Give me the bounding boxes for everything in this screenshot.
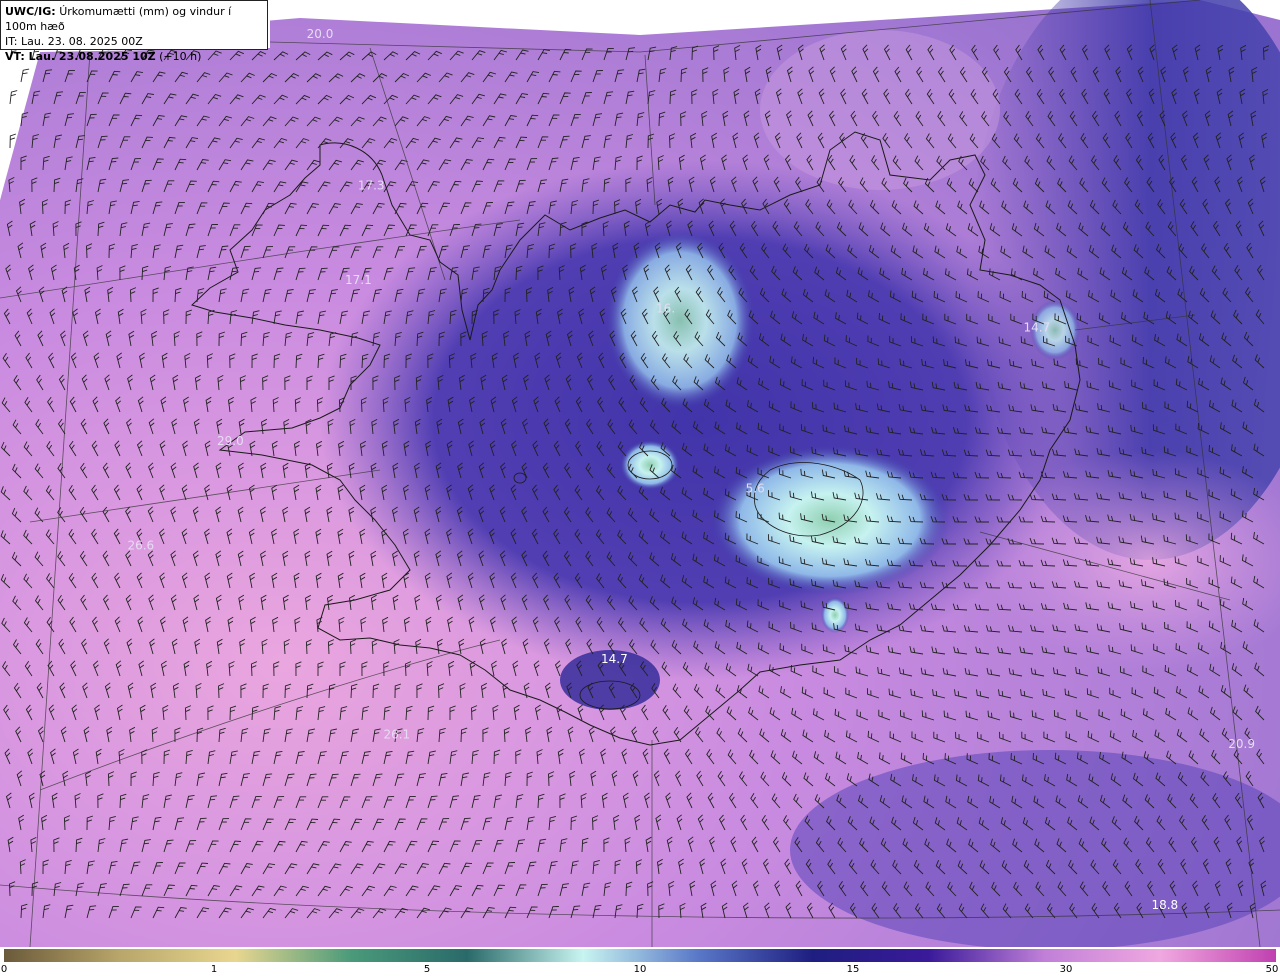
map-value-label: 17.3 — [358, 178, 385, 192]
model-name: UWC/IG: — [5, 5, 56, 18]
lead-time: (+10 h) — [159, 50, 202, 63]
colorbar-tick-15: 15 — [846, 964, 860, 975]
map-value-label: 26.1 — [383, 728, 410, 742]
ice-cell-south — [821, 597, 849, 633]
colorbar-tick-10: 10 — [633, 964, 647, 975]
colorbar-tick-30: 30 — [1059, 964, 1073, 975]
map-value-label: 20.0 — [307, 27, 334, 41]
precipitation-map: 20.0 17.3 17.1 16. 14.7 29.0 5.6 26.6 14.7 26.1 20… — [0, 0, 1280, 947]
init-time: IT: Lau. 23. 08. 2025 00Z — [5, 35, 143, 48]
map-value-label: 18.8 — [1151, 898, 1178, 912]
colorbar-strip — [4, 949, 1276, 962]
colorbar-tick-0: 0 — [0, 964, 8, 975]
colorbar: 0 1 5 10 15 30 50 — [0, 947, 1280, 978]
map-value-label: 14.7 — [1023, 321, 1050, 335]
map-info-box: UWC/IG: Úrkomumætti (mm) og vindur í 100… — [0, 0, 268, 63]
map-value-label: 5.6 — [746, 481, 765, 495]
valid-time: VT: Lau. 23.08.2025 10Z — [5, 50, 156, 63]
map-value-label: 26.6 — [127, 538, 154, 552]
colorbar-tick-5: 5 — [423, 964, 431, 975]
colorbar-tick-1: 1 — [210, 964, 218, 975]
valid-time-line: VT: Lau. 23.08.2025 10Z (+10 h) — [5, 49, 263, 64]
title-line: UWC/IG: Úrkomumætti (mm) og vindur í 100… — [5, 4, 263, 34]
map-value-label: 16. — [656, 302, 675, 316]
map-value-label: 17.1 — [345, 273, 372, 287]
map-value-label: 20.9 — [1228, 737, 1255, 751]
colorbar-tick-50: 50 — [1265, 964, 1279, 975]
map-value-label: 14.7 — [601, 652, 628, 666]
ice-cell-center — [620, 440, 680, 490]
map-value-label: 29.0 — [217, 434, 244, 448]
